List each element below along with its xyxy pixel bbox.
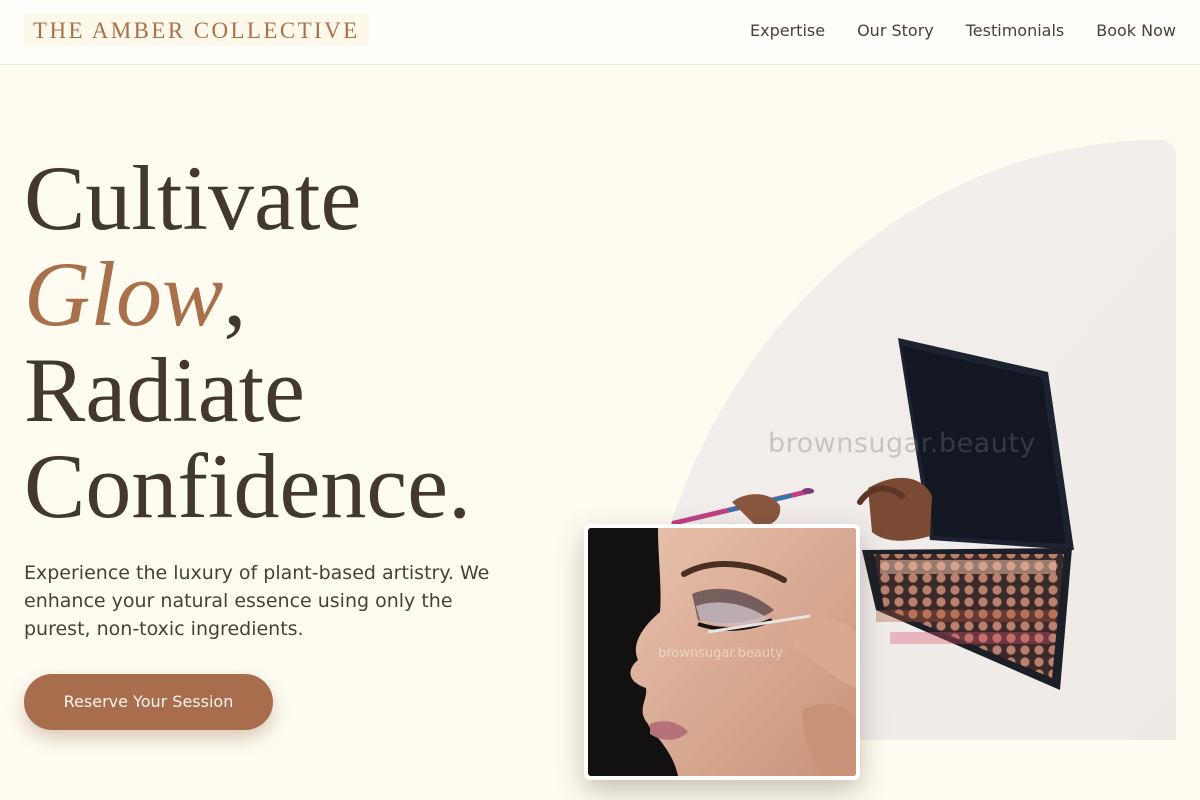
reserve-session-button[interactable]: Reserve Your Session xyxy=(24,674,273,730)
makeup-application-photo-card: brownsugar.beauty xyxy=(584,524,860,780)
makeup-application-photo: brownsugar.beauty xyxy=(588,528,856,776)
hero-headline: Cultivate Glow, Radiate Confidence. xyxy=(24,150,471,534)
brand-logo[interactable]: THE AMBER COLLECTIVE xyxy=(24,14,369,46)
site-header: THE AMBER COLLECTIVE Expertise Our Story… xyxy=(0,0,1200,65)
nav-link-testimonials[interactable]: Testimonials xyxy=(966,20,1065,42)
main-image-watermark: brownsugar.beauty xyxy=(768,428,1036,459)
headline-line-1: Cultivate xyxy=(24,147,362,249)
hero-intro-text: Experience the luxury of plant-based art… xyxy=(24,562,490,640)
nav-link-book-now[interactable]: Book Now xyxy=(1096,20,1176,42)
headline-glow-word: Glow xyxy=(24,243,224,345)
headline-line-3: Radiate xyxy=(24,339,305,441)
headline-comma: , xyxy=(223,243,247,345)
headline-line-4: Confidence. xyxy=(24,435,472,537)
nav-link-expertise[interactable]: Expertise xyxy=(750,20,825,42)
inset-image-watermark: brownsugar.beauty xyxy=(658,646,783,661)
nav-link-our-story[interactable]: Our Story xyxy=(857,20,934,42)
main-nav: Expertise Our Story Testimonials Book No… xyxy=(750,20,1176,42)
headline-line-2: Glow, xyxy=(24,246,471,342)
